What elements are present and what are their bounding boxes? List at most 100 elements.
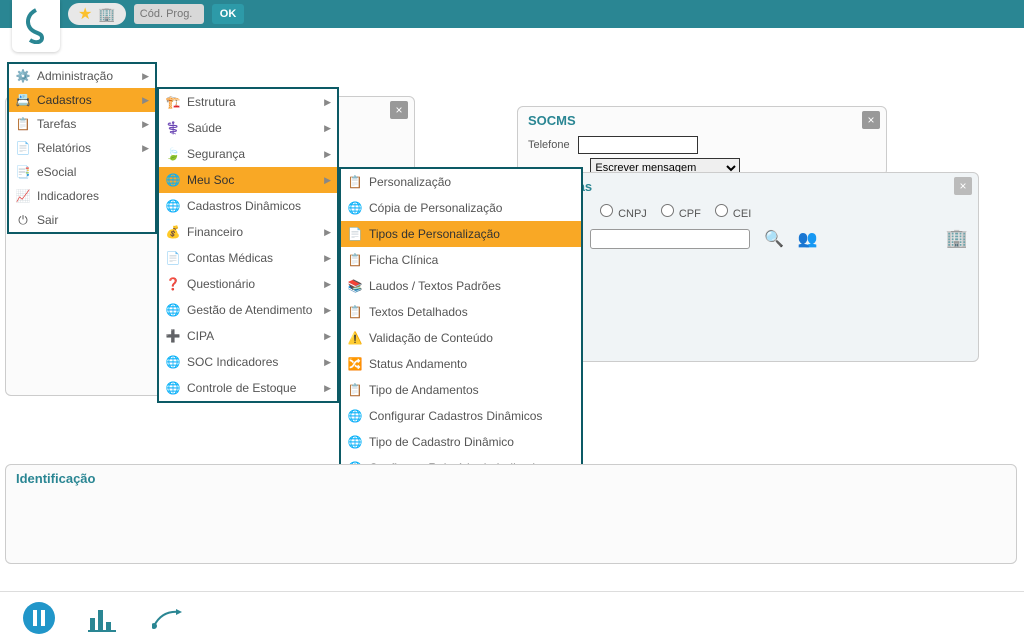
- nav-item-sair[interactable]: ⏻Sair: [9, 208, 155, 232]
- sub3-item[interactable]: 📋Personalização: [341, 169, 581, 195]
- sub3-item[interactable]: 🌐Tipo de Cadastro Dinâmico: [341, 429, 581, 455]
- close-icon[interactable]: ×: [954, 177, 972, 195]
- socms-panel: × SOCMS Telefone Mensagem Escrever mensa…: [517, 106, 887, 176]
- codigo-programa-input[interactable]: [134, 4, 204, 24]
- menu-icon: 💰: [165, 224, 181, 240]
- nav-icon: 📑: [15, 164, 31, 180]
- sub3-item[interactable]: ⚠️Validação de Conteúdo: [341, 325, 581, 351]
- menu-icon: 🌐: [347, 408, 363, 424]
- main-nav: ⚙️Administração▶📇Cadastros▶📋Tarefas▶📄Rel…: [7, 62, 157, 234]
- sub3-item[interactable]: 🔀Status Andamento: [341, 351, 581, 377]
- nav-item-indicadores[interactable]: 📈Indicadores: [9, 184, 155, 208]
- menu-icon: 📋: [347, 252, 363, 268]
- sub-item[interactable]: 🌐Meu Soc▶: [159, 167, 337, 193]
- sub-item[interactable]: 🌐Controle de Estoque▶: [159, 375, 337, 401]
- telefone-input[interactable]: [578, 136, 698, 154]
- sub3-item[interactable]: 📋Ficha Clínica: [341, 247, 581, 273]
- sub3-item[interactable]: 🌐Configurar Cadastros Dinâmicos: [341, 403, 581, 429]
- socms-title: SOCMS: [518, 107, 886, 134]
- sub3-item[interactable]: 🌐Cópia de Personalização: [341, 195, 581, 221]
- building-icon: 🏢: [98, 6, 115, 23]
- nav-icon: 📋: [15, 116, 31, 132]
- menu-icon: 📚: [347, 278, 363, 294]
- sub-item[interactable]: 🌐SOC Indicadores▶: [159, 349, 337, 375]
- chevron-right-icon: ▶: [324, 331, 331, 342]
- empresa-search-input[interactable]: [590, 229, 750, 249]
- nav-icon: 📇: [15, 92, 31, 108]
- chevron-right-icon: ▶: [324, 123, 331, 134]
- sub3-item[interactable]: 📋Textos Detalhados: [341, 299, 581, 325]
- empresas-title: Empresas: [520, 173, 978, 200]
- nav-item-relatrios[interactable]: 📄Relatórios▶: [9, 136, 155, 160]
- sub3-item[interactable]: 📄Tipos de Personalização: [341, 221, 581, 247]
- topbar: ★ 🏢 OK: [0, 0, 1024, 28]
- menu-icon: 🌐: [347, 200, 363, 216]
- menu-icon: 🔀: [347, 356, 363, 372]
- search-people-icon[interactable]: 👥: [798, 229, 818, 249]
- chevron-right-icon: ▶: [324, 149, 331, 160]
- menu-icon: 📋: [347, 174, 363, 190]
- chevron-right-icon: ▶: [142, 95, 149, 106]
- menu-icon: 📄: [347, 226, 363, 242]
- nav-item-esocial[interactable]: 📑eSocial: [9, 160, 155, 184]
- nav-icon: ⏻: [15, 212, 31, 228]
- cnpj-radio[interactable]: CNPJ: [600, 204, 647, 220]
- sub-item[interactable]: 💰Financeiro▶: [159, 219, 337, 245]
- chevron-right-icon: ▶: [324, 305, 331, 316]
- sub-item[interactable]: 🍃Segurança▶: [159, 141, 337, 167]
- nav-icon: 📄: [15, 140, 31, 156]
- chevron-right-icon: ▶: [142, 143, 149, 154]
- chevron-right-icon: ▶: [324, 175, 331, 186]
- curve-icon[interactable]: [150, 601, 184, 635]
- sub-item[interactable]: 📄Contas Médicas▶: [159, 245, 337, 271]
- nav-icon: 📈: [15, 188, 31, 204]
- chevron-right-icon: ▶: [324, 97, 331, 108]
- chevron-right-icon: ▶: [324, 383, 331, 394]
- close-icon[interactable]: ×: [390, 101, 408, 119]
- sub-item[interactable]: ➕CIPA▶: [159, 323, 337, 349]
- ok-button[interactable]: OK: [212, 4, 245, 24]
- sub-item[interactable]: 🌐Gestão de Atendimento▶: [159, 297, 337, 323]
- menu-icon: ⚠️: [347, 330, 363, 346]
- search-icon[interactable]: 🔍: [764, 229, 784, 249]
- sub-item[interactable]: 🌐Cadastros Dinâmicos: [159, 193, 337, 219]
- menu-icon: ⚕️: [165, 120, 181, 136]
- chevron-right-icon: ▶: [142, 119, 149, 130]
- bottom-toolbar: [0, 591, 1024, 643]
- submenu-cadastros: 🏗️Estrutura▶⚕️Saúde▶🍃Segurança▶🌐Meu Soc▶…: [157, 87, 339, 403]
- logo: [12, 0, 60, 52]
- nav-item-tarefas[interactable]: 📋Tarefas▶: [9, 112, 155, 136]
- chevron-right-icon: ▶: [324, 253, 331, 264]
- sub-item[interactable]: ❓Questionário▶: [159, 271, 337, 297]
- menu-icon: 🌐: [165, 354, 181, 370]
- nav-item-cadastros[interactable]: 📇Cadastros▶: [9, 88, 155, 112]
- nav-icon: ⚙️: [15, 68, 31, 84]
- favorites-button[interactable]: ★ 🏢: [68, 3, 126, 25]
- menu-icon: 🍃: [165, 146, 181, 162]
- bar-chart-icon[interactable]: [86, 601, 120, 635]
- menu-icon: 📋: [347, 304, 363, 320]
- building-grid-icon[interactable]: 🏢: [946, 228, 968, 249]
- sub-item[interactable]: 🏗️Estrutura▶: [159, 89, 337, 115]
- cpf-radio[interactable]: CPF: [661, 204, 701, 220]
- close-icon[interactable]: ×: [862, 111, 880, 129]
- menu-icon: ❓: [165, 276, 181, 292]
- identificacao-title: Identificação: [6, 465, 1016, 492]
- sub3-item[interactable]: 📚Laudos / Textos Padrões: [341, 273, 581, 299]
- telefone-label: Telefone: [528, 139, 570, 151]
- menu-icon: 🌐: [165, 380, 181, 396]
- chevron-right-icon: ▶: [142, 71, 149, 82]
- sub-item[interactable]: ⚕️Saúde▶: [159, 115, 337, 141]
- chevron-right-icon: ▶: [324, 279, 331, 290]
- menu-icon: 🏗️: [165, 94, 181, 110]
- menu-icon: 🌐: [165, 172, 181, 188]
- pause-circle-icon[interactable]: [22, 601, 56, 635]
- menu-icon: 📄: [165, 250, 181, 266]
- star-icon: ★: [78, 4, 92, 24]
- sub3-item[interactable]: 📋Tipo de Andamentos: [341, 377, 581, 403]
- menu-icon: ➕: [165, 328, 181, 344]
- chevron-right-icon: ▶: [324, 357, 331, 368]
- cei-radio[interactable]: CEI: [715, 204, 751, 220]
- menu-icon: 🌐: [347, 434, 363, 450]
- nav-item-administrao[interactable]: ⚙️Administração▶: [9, 64, 155, 88]
